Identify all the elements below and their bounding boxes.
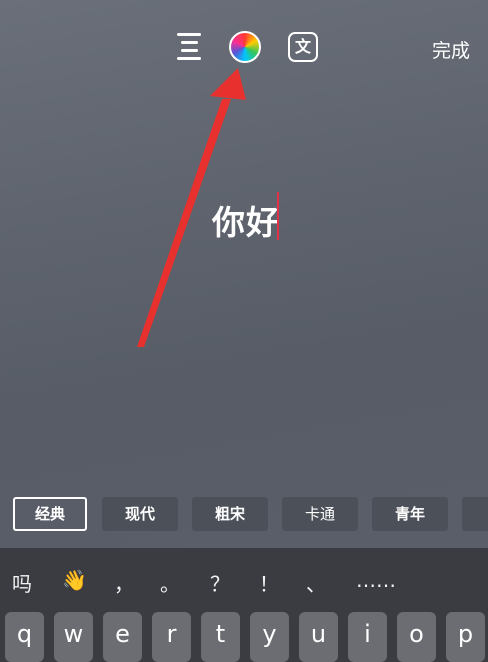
annotation-arrow [137, 68, 246, 347]
font-chip-classic[interactable]: 经典 [13, 497, 87, 531]
keyboard-row-qwerty: q w e r t y u i o p [0, 612, 488, 662]
font-chip-youth[interactable]: 青年 [372, 497, 448, 531]
candidate-item[interactable]: 吗 [12, 568, 32, 597]
key-r[interactable]: r [152, 612, 191, 662]
text-caret [277, 192, 279, 240]
keyboard: 吗 👋 ， 。 ？ ！ 、 …… q w e r t y u i o p [0, 548, 488, 662]
key-u[interactable]: u [299, 612, 338, 662]
key-q[interactable]: q [5, 612, 44, 662]
candidate-item[interactable]: ， [114, 568, 134, 597]
font-chip-modern[interactable]: 现代 [102, 497, 178, 531]
font-chip-cartoon[interactable]: 卡通 [282, 497, 358, 531]
key-e[interactable]: e [103, 612, 142, 662]
key-t[interactable]: t [201, 612, 240, 662]
candidate-item[interactable]: 👋 [62, 568, 87, 592]
key-y[interactable]: y [250, 612, 289, 662]
key-o[interactable]: o [397, 612, 436, 662]
font-chip-more[interactable] [462, 497, 488, 531]
candidate-item[interactable]: 。 [160, 568, 180, 597]
key-w[interactable]: w [54, 612, 93, 662]
key-i[interactable]: i [348, 612, 387, 662]
key-p[interactable]: p [446, 612, 485, 662]
candidate-item[interactable]: …… [356, 568, 396, 592]
font-chip-bold-song[interactable]: 粗宋 [192, 497, 268, 531]
editor-text[interactable]: 你好 [212, 196, 280, 244]
candidate-bar: 吗 👋 ， 。 ？ ！ 、 …… [0, 548, 488, 608]
annotation-arrow-head [210, 68, 246, 100]
candidate-item[interactable]: ？ [210, 568, 230, 597]
font-style-bar: 经典 现代 粗宋 卡通 青年 [0, 497, 488, 533]
candidate-item[interactable]: ！ [259, 568, 279, 597]
text-editor-canvas[interactable]: 文 完成 你好 经典 现代 粗宋 卡通 青年 [0, 0, 488, 548]
candidate-item[interactable]: 、 [306, 568, 326, 597]
